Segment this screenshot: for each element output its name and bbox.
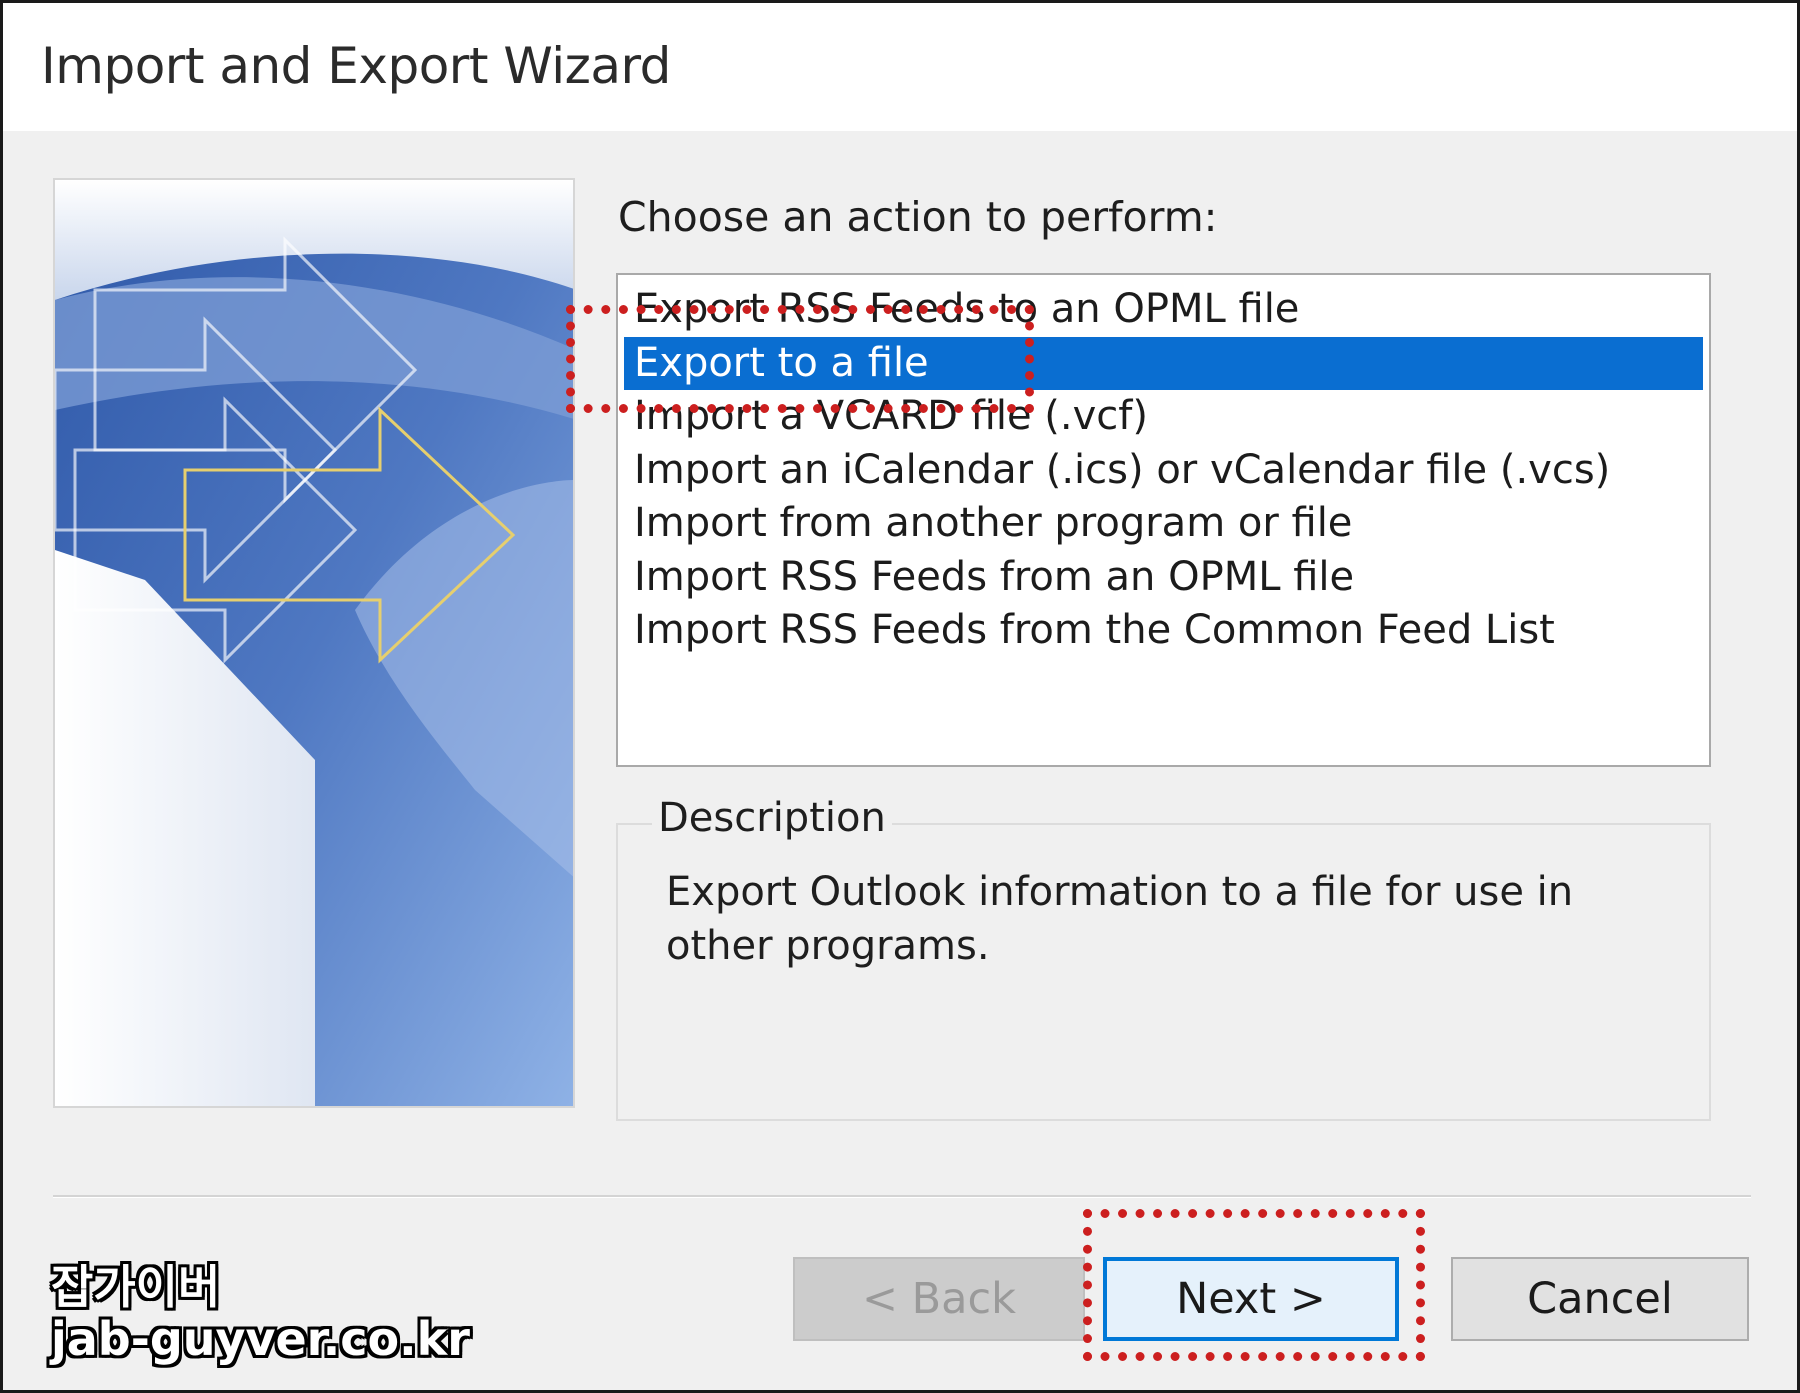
action-item-import-vcard[interactable]: Import a VCARD file (.vcf) [624, 390, 1703, 444]
import-export-dialog: Import and Export Wizard Choose an actio… [0, 0, 1800, 1393]
description-legend: Description [652, 795, 892, 841]
wizard-side-image [53, 178, 575, 1108]
next-button[interactable]: Next > [1103, 1257, 1399, 1341]
cancel-button[interactable]: Cancel [1451, 1257, 1749, 1341]
description-group: Description Export Outlook information t… [616, 795, 1711, 1121]
action-item-export-to-file[interactable]: Export to a file [624, 336, 1703, 390]
footer-separator [53, 1195, 1751, 1198]
watermark: 잡가이버 jab-guyver.co.kr [51, 1261, 470, 1365]
action-prompt-label: Choose an action to perform: [618, 193, 1218, 241]
watermark-line-1: 잡가이버 [51, 1260, 221, 1314]
description-text: Export Outlook information to a file for… [666, 869, 1574, 969]
action-item-import-rss-opml[interactable]: Import RSS Feeds from an OPML file [624, 551, 1703, 605]
action-item-import-other-program[interactable]: Import from another program or file [624, 497, 1703, 551]
action-item-import-rss-common-feed[interactable]: Import RSS Feeds from the Common Feed Li… [624, 604, 1703, 658]
back-button[interactable]: < Back [793, 1257, 1085, 1341]
window-title: Import and Export Wizard [41, 37, 671, 95]
action-item-import-icalendar[interactable]: Import an iCalendar (.ics) or vCalendar … [624, 444, 1703, 498]
title-bar: Import and Export Wizard [3, 3, 1797, 131]
watermark-line-2: jab-guyver.co.kr [51, 1312, 470, 1366]
action-item-export-rss-opml[interactable]: Export RSS Feeds to an OPML file [624, 283, 1703, 337]
action-listbox[interactable]: Export RSS Feeds to an OPML file Export … [616, 273, 1711, 767]
